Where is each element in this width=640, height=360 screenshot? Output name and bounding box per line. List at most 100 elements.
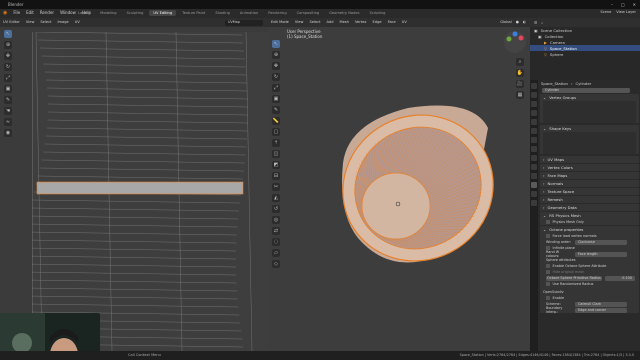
- properties-tabs: [530, 80, 538, 351]
- panel-vertex-groups[interactable]: ⌄ Vertex Groups: [540, 94, 639, 123]
- pan-icon[interactable]: ✋: [516, 69, 524, 77]
- uv-menu-uv[interactable]: UV: [75, 20, 80, 24]
- outliner-display-icon[interactable]: ☰: [534, 21, 537, 25]
- render-tab-icon[interactable]: [531, 92, 537, 98]
- rand-colours-select[interactable]: Face length: [575, 251, 627, 257]
- menu-render[interactable]: Render: [40, 10, 54, 16]
- menu-edit[interactable]: Edit: [26, 10, 34, 16]
- boundary-interp-select[interactable]: Edge and corner: [575, 307, 627, 313]
- shape-keys-list[interactable]: [543, 132, 636, 154]
- object-name: Space_Station: [541, 81, 568, 86]
- minimize-button[interactable]: –: [611, 2, 613, 7]
- uv-islands[interactable]: [32, 32, 268, 351]
- view-layer-tab-icon[interactable]: [531, 110, 537, 116]
- tab-rendering[interactable]: Rendering: [264, 10, 290, 16]
- sphere-radius-label: Octane Sphere Primitive Radius: [546, 275, 602, 281]
- mesh-icon: ▽: [544, 51, 547, 57]
- outliner-search-icon[interactable]: ⌕: [541, 21, 543, 25]
- vertex-groups-list[interactable]: [543, 101, 636, 123]
- tab-geometry-nodes[interactable]: Geometry Nodes: [325, 10, 363, 16]
- tab-modeling[interactable]: Modeling: [96, 10, 120, 16]
- particles-tab-icon[interactable]: [531, 155, 537, 161]
- uv-map-field[interactable]: UVMap: [225, 19, 263, 26]
- scene-selector[interactable]: Scene: [600, 10, 611, 14]
- tab-compositing[interactable]: Compositing: [293, 10, 324, 16]
- material-tab-icon[interactable]: [531, 191, 537, 197]
- annotate-tool-icon[interactable]: ✎: [4, 96, 12, 104]
- cursor-tool-icon[interactable]: ⊕: [4, 41, 12, 49]
- maximize-button[interactable]: □: [621, 2, 625, 7]
- texture-tab-icon[interactable]: [531, 200, 537, 206]
- tab-uv-editing[interactable]: UV Editing: [149, 10, 177, 16]
- tab-layout[interactable]: Layout: [74, 10, 94, 16]
- rotate-tool-icon[interactable]: ↻: [4, 63, 12, 71]
- uv-editor[interactable]: UV Editor View Select Image UV UVMap ↖ ⊕…: [0, 18, 268, 351]
- tab-shading[interactable]: Shading: [211, 10, 234, 16]
- pinch-tool-icon[interactable]: ◉: [4, 129, 12, 137]
- cylinder-mesh[interactable]: [268, 18, 530, 351]
- tab-scripting[interactable]: Scripting: [365, 10, 389, 16]
- constraints-tab-icon[interactable]: [531, 173, 537, 179]
- close-button[interactable]: ✕: [633, 2, 636, 7]
- navigation-gizmo[interactable]: [503, 30, 527, 54]
- grab-tool-icon[interactable]: ☚: [4, 107, 12, 115]
- tab-animation[interactable]: Animation: [236, 10, 262, 16]
- use-randomized-radius-row[interactable]: Use Randomized Radius: [540, 281, 639, 287]
- tab-sculpting[interactable]: Sculpting: [123, 10, 148, 16]
- collection-icon: ▣: [534, 27, 538, 33]
- sphere-radius-value[interactable]: 0.100: [605, 275, 635, 281]
- panel-vertex-colors[interactable]: › Vertex Colors: [540, 164, 639, 171]
- panel-geometry-data[interactable]: › Geometry Data: [540, 204, 639, 211]
- transform-tool-icon[interactable]: ▣: [4, 85, 12, 93]
- scene-tab-icon[interactable]: [531, 119, 537, 125]
- panel-texture-space[interactable]: › Texture Space: [540, 188, 639, 195]
- physics-mesh-only-row[interactable]: Physics Mesh Only: [540, 219, 639, 225]
- relax-tool-icon[interactable]: ≈: [4, 118, 12, 126]
- modifier-tab-icon[interactable]: [531, 146, 537, 152]
- tab-texture-paint[interactable]: Texture Paint: [178, 10, 209, 16]
- outliner-item-sphere[interactable]: ▽ Sphere: [530, 51, 640, 57]
- panel-rs-physics-mesh[interactable]: ⌄ RS Physics Mesh Physics Mesh Only: [540, 212, 639, 225]
- world-tab-icon[interactable]: [531, 128, 537, 134]
- scheme-select[interactable]: Catmull Clark: [575, 301, 627, 307]
- uv-menu-view[interactable]: View: [26, 20, 35, 24]
- tool-tab-icon[interactable]: [531, 83, 537, 89]
- panel-remesh[interactable]: › Remesh: [540, 196, 639, 203]
- camera-icon: ▶: [544, 39, 547, 45]
- winding-order-select[interactable]: Clockwise: [575, 239, 627, 245]
- output-tab-icon[interactable]: [531, 101, 537, 107]
- menu-file[interactable]: File: [13, 10, 20, 16]
- panel-octane-properties[interactable]: ⌄ Octane properties Force load vertex nor…: [540, 226, 639, 314]
- rand-colours-row: Rand W colours: Face length: [540, 250, 639, 258]
- uv-menu-image[interactable]: Image: [58, 20, 69, 24]
- ortho-toggle-icon[interactable]: ▦: [516, 91, 524, 99]
- properties-editor: Space_Station › Cylinder Cylinder ⌄ Verte…: [530, 80, 640, 351]
- mesh-data-tab-icon[interactable]: [531, 182, 537, 188]
- view-layer-selector[interactable]: View Layer: [616, 10, 636, 14]
- mesh-name: Cylinder: [575, 81, 592, 86]
- outliner-header: ☰ ⌕: [530, 18, 640, 27]
- camera-view-icon[interactable]: 🎥: [516, 80, 524, 88]
- mesh-icon: ▽: [544, 45, 547, 51]
- mesh-data-field[interactable]: Cylinder: [539, 87, 640, 93]
- object-tab-icon[interactable]: [531, 137, 537, 143]
- viewport-nav-buttons: ⌕ ✋ 🎥 ▦: [516, 58, 524, 99]
- status-hint: Call Context Menu: [128, 353, 161, 357]
- boundary-interp-row: Boundary interp.: Edge and corner: [540, 306, 639, 314]
- scale-tool-icon[interactable]: ⤢: [4, 74, 12, 82]
- move-tool-icon[interactable]: ✥: [4, 52, 12, 60]
- 3d-viewport[interactable]: Edit Mode View Select Add Mesh Vertex Ed…: [268, 18, 530, 351]
- uv-editor-type[interactable]: UV Editor: [3, 20, 20, 24]
- select-tool-icon[interactable]: ↖: [4, 30, 12, 38]
- uv-menu-select[interactable]: Select: [40, 20, 51, 24]
- panel-normals[interactable]: › Normals: [540, 180, 639, 187]
- physics-tab-icon[interactable]: [531, 164, 537, 170]
- panel-uv-maps[interactable]: › UV Maps: [540, 156, 639, 163]
- panel-shape-keys[interactable]: ⌄ Shape Keys: [540, 125, 639, 154]
- blender-logo-icon[interactable]: ◉: [3, 10, 7, 16]
- panel-face-maps[interactable]: › Face Maps: [540, 172, 639, 179]
- menu-bar: ◉ File Edit Render Window Help Layout Mo…: [0, 9, 640, 18]
- window-title: Blender: [8, 2, 24, 7]
- zoom-icon[interactable]: ⌕: [516, 58, 524, 66]
- sphere-radius-row[interactable]: Octane Sphere Primitive Radius 0.100: [540, 275, 639, 281]
